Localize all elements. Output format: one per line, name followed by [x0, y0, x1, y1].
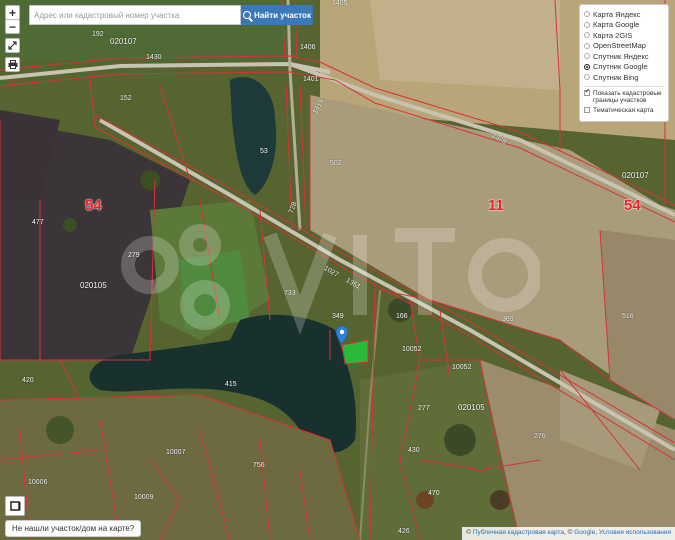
attribution-sep: , — [595, 529, 598, 536]
parcel-label: 152 — [120, 95, 132, 102]
google-link[interactable]: Google — [574, 529, 595, 536]
book-icon — [9, 500, 20, 511]
cadastral-info-button[interactable] — [5, 496, 25, 516]
attribution-sep: , © — [564, 529, 573, 536]
overlay-label: Показать кадастровые границы участков — [593, 89, 662, 104]
quarter-number: 54 — [85, 197, 102, 214]
search-icon — [243, 11, 252, 19]
parcel-label: 502 — [330, 160, 342, 167]
parcel-label: 1430 — [146, 54, 162, 61]
base-map-label: Спутник Яндекс — [593, 51, 649, 61]
radio-button[interactable] — [584, 74, 590, 81]
checkbox[interactable] — [584, 107, 590, 113]
search-button[interactable]: Найти участок — [241, 5, 313, 25]
quarter-code: 020107 — [110, 37, 137, 46]
parcel-label: 10006 — [28, 479, 48, 486]
parcel-label: 516 — [622, 313, 634, 320]
satellite-map[interactable]: 54 11 54 020105 020107 020107 020105 192… — [0, 0, 675, 540]
parcel-label: 166 — [396, 313, 408, 320]
parcel-label: 279 — [128, 252, 140, 259]
parcel-label: 470 — [428, 490, 440, 497]
overlay-label: Тематическая карта — [593, 106, 654, 114]
base-map-option[interactable]: OpenStreetMap — [584, 41, 664, 52]
map-attribution: © Публичная кадастровая карта, © Google,… — [462, 527, 675, 540]
fullscreen-icon — [8, 41, 17, 50]
base-map-option[interactable]: Карта 2GIS — [584, 30, 664, 41]
quarter-number: 11 — [488, 197, 504, 214]
parcel-label: 430 — [408, 447, 420, 454]
attribution-prefix: © — [466, 529, 472, 536]
parcel-label: 10052 — [452, 364, 472, 371]
radio-button[interactable] — [584, 21, 590, 28]
base-map-label: Спутник Google — [593, 62, 648, 72]
radio-button[interactable] — [584, 53, 590, 60]
search-button-label: Найти участок — [254, 10, 311, 20]
base-map-label: OpenStreetMap — [593, 41, 646, 51]
base-map-option[interactable]: Спутник Яндекс — [584, 51, 664, 62]
radio-button[interactable] — [584, 63, 590, 70]
parcel-label: 192 — [92, 31, 104, 38]
base-map-option[interactable]: Спутник Bing — [584, 72, 664, 83]
parcel-label: 10009 — [134, 494, 154, 501]
parcel-label: 349 — [332, 313, 344, 320]
parcel-label: 369 — [502, 316, 514, 323]
base-map-label: Карта Яндекс — [593, 9, 641, 19]
printer-icon — [8, 60, 17, 69]
terms-link[interactable]: Условия использования — [599, 529, 671, 536]
parcel-label: 10052 — [402, 346, 422, 353]
quarter-code: 020107 — [622, 171, 649, 180]
overlay-option[interactable]: Показать кадастровые границы участков — [584, 88, 664, 104]
parcel-label: 756 — [253, 462, 265, 469]
satellite-imagery — [0, 0, 675, 540]
quarter-code: 020105 — [458, 403, 485, 412]
parcel-label: 420 — [22, 377, 34, 384]
not-found-link[interactable]: Не нашли участок/дом на карте? — [5, 520, 142, 537]
parcel-label: 276 — [534, 433, 546, 440]
base-map-label: Спутник Bing — [593, 72, 639, 82]
quarter-number: 54 — [624, 197, 641, 214]
parcel-label: 1401 — [303, 76, 319, 83]
zoom-in-button[interactable]: + — [5, 5, 20, 20]
checkbox[interactable] — [584, 88, 590, 96]
layer-switcher-panel: Карта Яндекс Карта Google Карта 2GIS OpenSt… — [579, 4, 669, 122]
quarter-code: 020105 — [80, 281, 107, 290]
location-pin-icon[interactable] — [336, 326, 348, 344]
search-input[interactable]: Адрес или кадастровый номер участка — [29, 5, 241, 25]
base-map-option[interactable]: Карта Яндекс — [584, 9, 664, 20]
fullscreen-button[interactable] — [5, 38, 20, 53]
parcel-label: 277 — [418, 405, 430, 412]
divider — [584, 85, 664, 87]
cadastral-map-link[interactable]: Публичная кадастровая карта — [473, 529, 564, 536]
radio-button[interactable] — [584, 11, 590, 18]
parcel-label: 1406 — [300, 44, 316, 51]
radio-button[interactable] — [584, 42, 590, 49]
parcel-label: 733 — [284, 290, 296, 297]
overlay-option[interactable]: Тематическая карта — [584, 107, 664, 114]
parcel-label: 1405 — [332, 0, 348, 7]
base-map-option[interactable]: Карта Google — [584, 20, 664, 31]
parcel-label: 10007 — [166, 449, 186, 456]
parcel-label: 415 — [225, 381, 237, 388]
radio-button[interactable] — [584, 32, 590, 39]
base-map-option[interactable]: Спутник Google — [584, 62, 664, 73]
zoom-out-button[interactable]: − — [5, 19, 20, 34]
print-button[interactable] — [5, 57, 20, 72]
parcel-label: 477 — [32, 219, 44, 226]
parcel-label: 426 — [398, 528, 410, 535]
base-map-label: Карта Google — [593, 20, 640, 30]
base-map-label: Карта 2GIS — [593, 30, 633, 40]
parcel-label: 53 — [260, 148, 268, 155]
